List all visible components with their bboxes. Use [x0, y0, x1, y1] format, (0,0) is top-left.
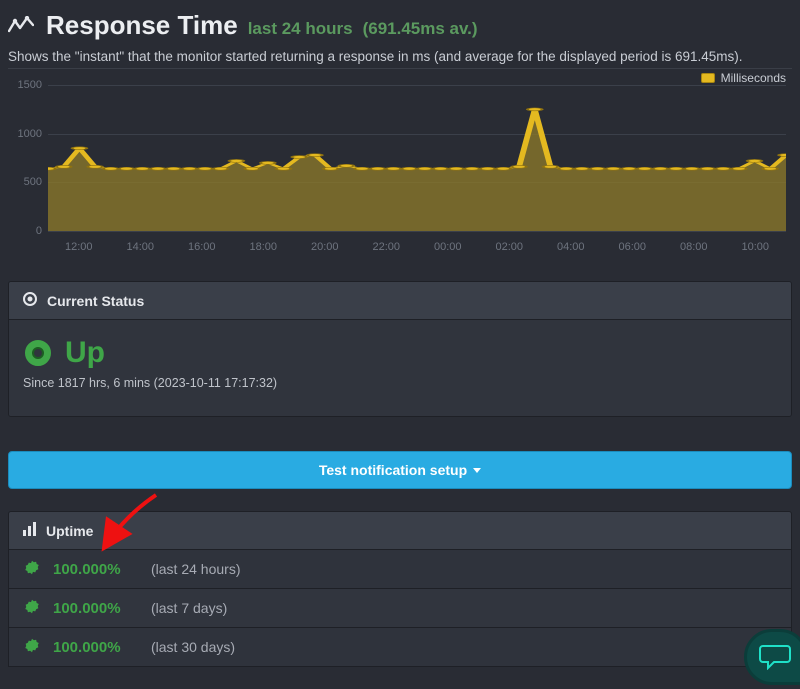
current-status-panel: Current Status Up Since 1817 hrs, 6 mins… — [8, 281, 792, 417]
uptime-label: (last 30 days) — [151, 639, 235, 655]
response-time-icon — [8, 16, 34, 41]
description-text: Shows the "instant" that the monitor sta… — [8, 49, 792, 64]
chevron-down-icon — [473, 468, 481, 473]
chat-widget[interactable] — [744, 629, 800, 685]
uptime-row: 100.000% (last 24 hours) — [8, 550, 792, 589]
uptime-value: 100.000% — [53, 600, 139, 617]
avg-label: (691.45ms av.) — [363, 19, 478, 39]
uptime-label: (last 24 hours) — [151, 561, 240, 577]
uptime-value: 100.000% — [53, 639, 139, 656]
certificate-icon — [23, 599, 41, 617]
uptime-row: 100.000% (last 30 days) — [8, 628, 792, 667]
chat-icon — [759, 644, 793, 670]
uptime-value: 100.000% — [53, 561, 139, 578]
chart-legend: Milliseconds — [701, 71, 786, 85]
page-title: Response Time — [46, 10, 238, 41]
certificate-icon — [23, 560, 41, 578]
record-icon — [23, 292, 37, 309]
certificate-icon — [23, 638, 41, 656]
uptime-header: Uptime — [8, 511, 792, 550]
legend-swatch — [701, 73, 715, 83]
current-status-header: Current Status — [9, 282, 791, 320]
legend-label: Milliseconds — [721, 71, 786, 85]
response-time-chart[interactable]: Milliseconds 050010001500 12:0014:0016:0… — [8, 71, 792, 261]
uptime-row: 100.000% (last 7 days) — [8, 589, 792, 628]
uptime-title: Uptime — [46, 523, 93, 539]
current-status-title: Current Status — [47, 293, 144, 309]
test-notification-label: Test notification setup — [319, 462, 467, 478]
plot-area — [48, 85, 786, 231]
divider — [8, 68, 792, 69]
y-axis: 050010001500 — [8, 85, 44, 231]
bars-icon — [23, 522, 38, 539]
x-axis: 12:0014:0016:0018:0020:0022:0000:0002:00… — [48, 241, 786, 253]
test-notification-button[interactable]: Test notification setup — [8, 451, 792, 489]
uptime-label: (last 7 days) — [151, 600, 227, 616]
period-label: last 24 hours — [248, 19, 353, 39]
status-text: Up — [65, 336, 105, 370]
status-since: Since 1817 hrs, 6 mins (2023-10-11 17:17… — [23, 376, 777, 390]
status-up-icon — [25, 340, 51, 366]
response-time-header: Response Time last 24 hours (691.45ms av… — [8, 10, 792, 41]
